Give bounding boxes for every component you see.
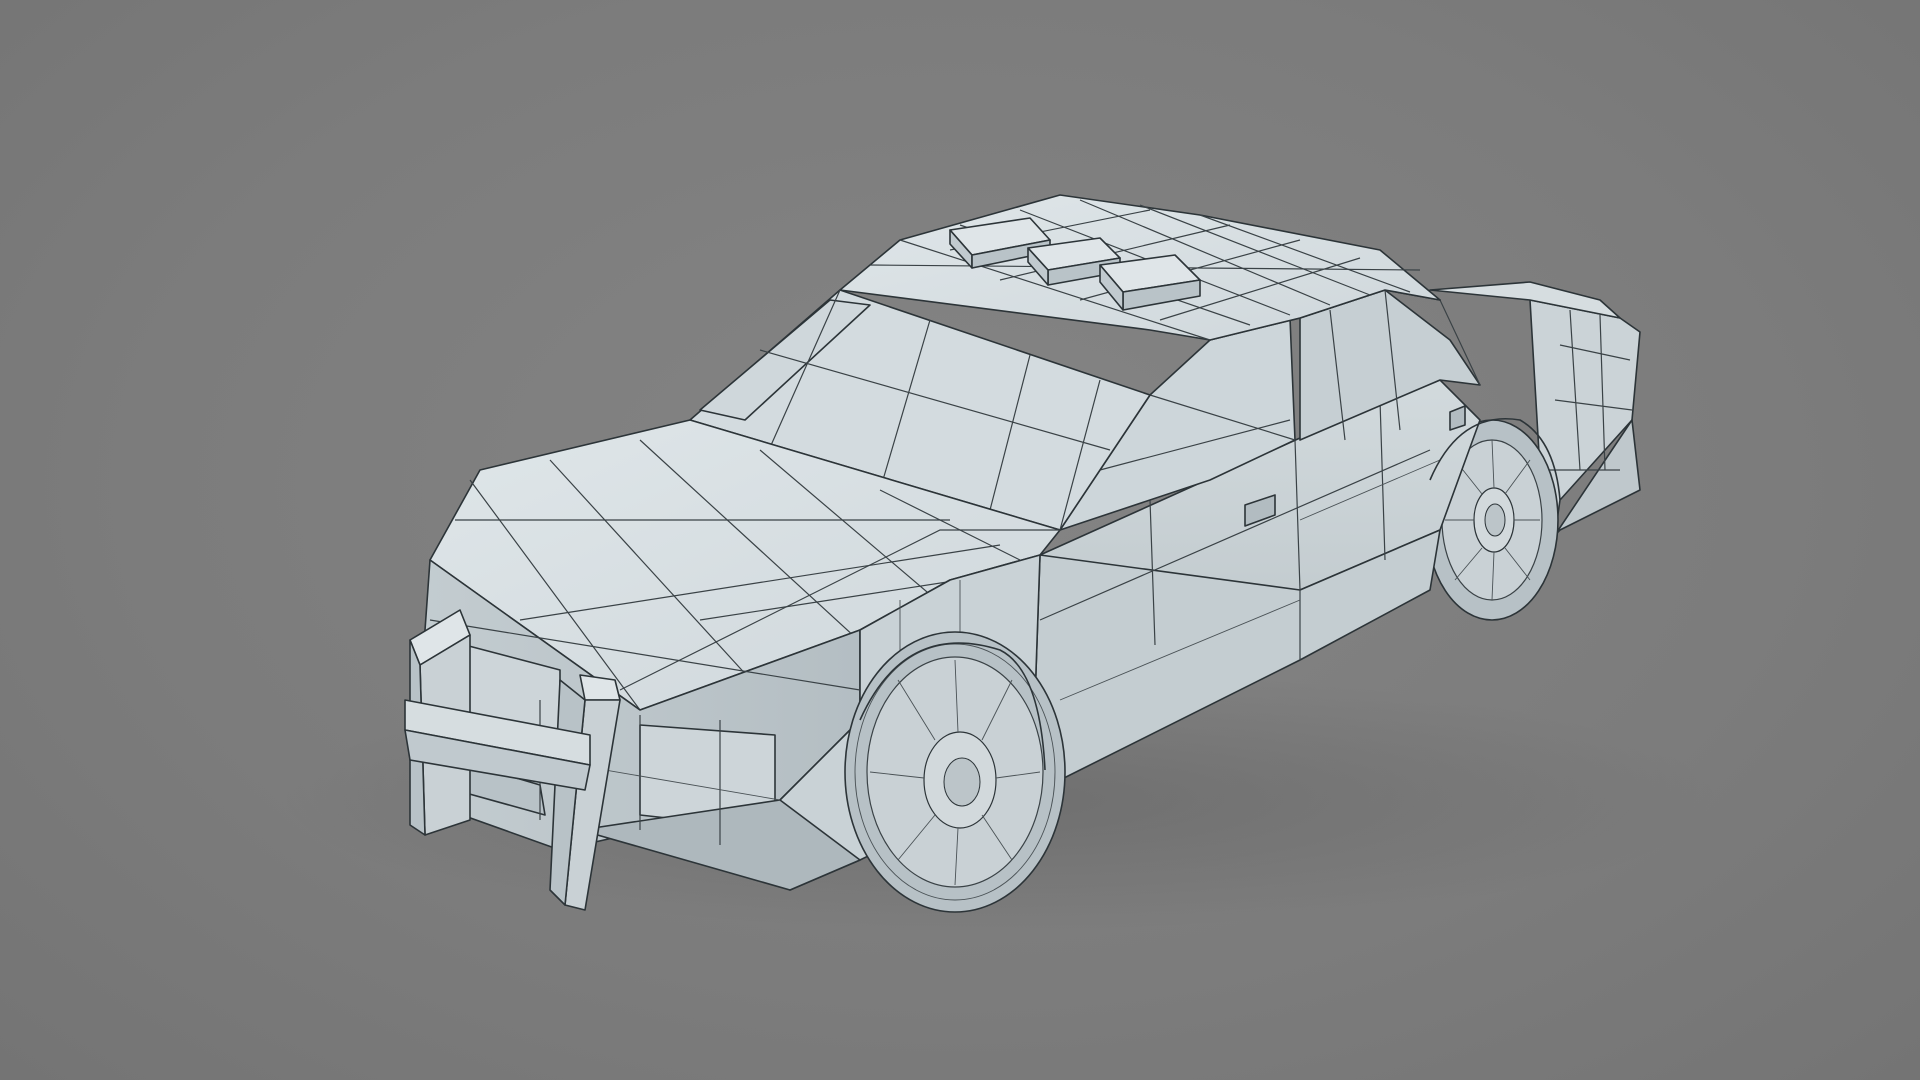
car-model-render <box>280 194 1720 930</box>
viewport <box>0 0 1920 1080</box>
front-wheel <box>844 631 1066 913</box>
